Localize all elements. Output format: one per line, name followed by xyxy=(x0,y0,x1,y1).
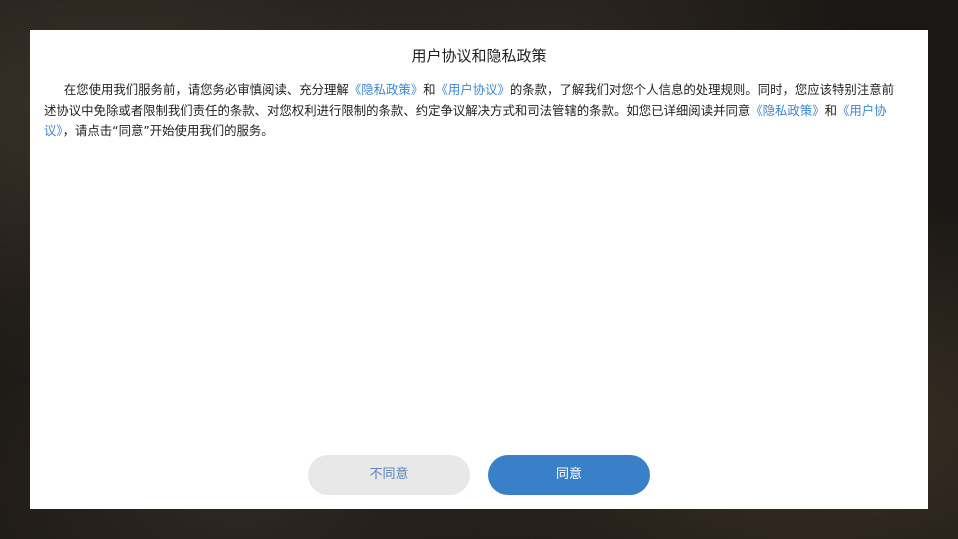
disagree-button[interactable]: 不同意 xyxy=(308,455,470,495)
user-agreement-link[interactable]: 《用户协议》 xyxy=(436,82,510,97)
agreement-text-and: 和 xyxy=(423,82,436,97)
agreement-text-and-2: 和 xyxy=(824,102,837,118)
dialog-title: 用户协议和隐私政策 xyxy=(411,47,547,65)
agreement-text-part3: ，请点击“同意”开始使用我们的服务。 xyxy=(62,123,274,138)
agreement-dialog: 用户协议和隐私政策 在您使用我们服务前，请您务必审慎阅读、充分理解《隐私政策》和… xyxy=(30,30,928,509)
agree-button[interactable]: 同意 xyxy=(488,455,650,495)
privacy-policy-link[interactable]: 《隐私政策》 xyxy=(349,82,423,97)
agreement-text: 在您使用我们服务前，请您务必审慎阅读、充分理解《隐私政策》和《用户协议》的条款，… xyxy=(44,80,906,142)
privacy-policy-link-2[interactable]: 《隐私政策》 xyxy=(750,103,824,118)
agreement-text-part1: 在您使用我们服务前，请您务必审慎阅读、充分理解 xyxy=(63,82,349,97)
